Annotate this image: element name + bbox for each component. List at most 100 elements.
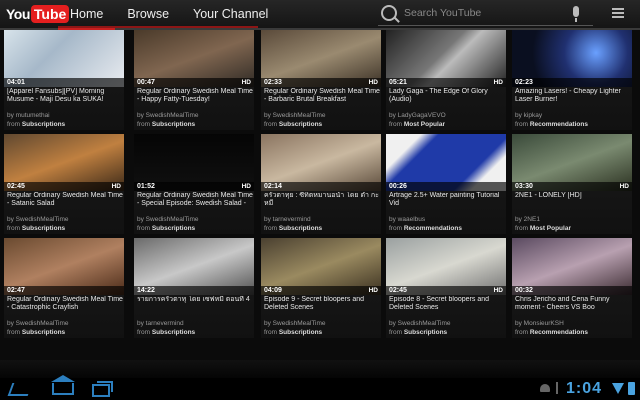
video-card[interactable]: 02:45 HD Regular Ordinary Swedish Meal Tim…: [4, 134, 124, 234]
video-title[interactable]: Regular Ordinary Swedish Meal Time - Bar…: [264, 88, 380, 104]
video-thumbnail[interactable]: 00:26: [386, 134, 506, 191]
video-channel[interactable]: by tarnevermind: [137, 320, 184, 328]
video-channel[interactable]: by mutumethai: [7, 112, 50, 120]
video-thumbnail[interactable]: 00:32: [512, 238, 632, 295]
video-source-label: Recommendations: [403, 225, 462, 232]
video-thumbnail[interactable]: 05:21 HD: [386, 30, 506, 87]
video-card[interactable]: 02:47 Regular Ordinary Swedish Meal Time …: [4, 238, 124, 338]
video-card[interactable]: 02:14 ครัวตาทุย : ซีทิตหมานอนำ โดย ตำ กะ …: [261, 134, 381, 234]
thumbnail-overlay: 02:47: [4, 286, 124, 295]
video-card[interactable]: 02:23 Amazing Lasers! - Cheapy Lighter La…: [512, 30, 632, 130]
video-title[interactable]: Episode 8 - Secret bloopers and Deleted …: [389, 296, 505, 312]
video-card[interactable]: 02:33 HD Regular Ordinary Swedish Meal Tim…: [261, 30, 381, 130]
thumbnail-overlay: 02:45 HD: [4, 182, 124, 191]
video-thumbnail[interactable]: 14:22: [134, 238, 254, 295]
tab-browse[interactable]: Browse: [115, 0, 181, 28]
video-thumbnail[interactable]: 01:52 HD: [134, 134, 254, 191]
video-title[interactable]: Regular Ordinary Swedish Meal Time - Hap…: [137, 88, 253, 104]
video-thumbnail[interactable]: 04:09 HD: [261, 238, 381, 295]
video-title[interactable]: 2NE1 - LONELY [HD]: [515, 192, 631, 200]
logo-you: You: [6, 6, 30, 22]
video-source: from Subscriptions: [264, 329, 322, 337]
video-duration: 00:32: [515, 287, 533, 294]
video-duration: 01:52: [137, 183, 155, 190]
hd-badge: HD: [368, 287, 378, 294]
video-channel[interactable]: by SwedishMealTime: [264, 320, 326, 328]
video-title[interactable]: รายการครัวตาทุ โดย เซฟหมี ตอนที่ 4: [137, 296, 253, 304]
video-channel[interactable]: by kipkay: [515, 112, 542, 120]
search-box[interactable]: [378, 3, 593, 26]
video-thumbnail[interactable]: 04:01: [4, 30, 124, 87]
home-icon[interactable]: [51, 375, 75, 395]
video-title[interactable]: Regular Ordinary Swedish Meal Time - Sat…: [7, 192, 123, 208]
video-card[interactable]: 02:45 HD Episode 8 - Secret bloopers and D…: [386, 238, 506, 338]
thumbnail-overlay: 04:01: [4, 78, 124, 87]
video-source: from Recommendations: [515, 121, 588, 129]
search-icon[interactable]: [381, 5, 397, 21]
video-thumbnail[interactable]: 02:14: [261, 134, 381, 191]
video-card[interactable]: 00:47 HD Regular Ordinary Swedish Meal Tim…: [134, 30, 254, 130]
clock[interactable]: 1:04: [566, 380, 602, 398]
video-duration: 14:22: [137, 287, 155, 294]
tab-your-channel[interactable]: Your Channel: [181, 0, 280, 28]
menu-icon[interactable]: [612, 8, 624, 18]
microphone-icon[interactable]: [573, 6, 579, 22]
video-channel[interactable]: by SwedishMealTime: [137, 112, 199, 120]
video-thumbnail[interactable]: 02:47: [4, 238, 124, 295]
video-title[interactable]: Amazing Lasers! - Cheapy Lighter Laser B…: [515, 88, 631, 104]
floor-reflection: [0, 360, 640, 378]
video-duration: 05:21: [389, 79, 407, 86]
video-duration: 04:09: [264, 287, 282, 294]
video-thumbnail[interactable]: 00:47 HD: [134, 30, 254, 87]
back-icon[interactable]: [7, 383, 33, 396]
recent-apps-icon[interactable]: [92, 381, 113, 397]
video-channel[interactable]: by SwedishMealTime: [7, 216, 69, 224]
video-channel[interactable]: by SwedishMealTime: [264, 112, 326, 120]
video-channel[interactable]: by SwedishMealTime: [7, 320, 69, 328]
video-card[interactable]: 03:30 HD 2NE1 - LONELY [HD] by 2NE1 from Mos…: [512, 134, 632, 234]
video-channel[interactable]: by waaelbus: [389, 216, 425, 224]
video-thumbnail[interactable]: 02:23: [512, 30, 632, 87]
video-source-label: Subscriptions: [151, 225, 196, 232]
video-channel[interactable]: by LadyGagaVEVO: [389, 112, 446, 120]
search-input[interactable]: [404, 4, 564, 22]
video-duration: 00:26: [389, 183, 407, 190]
video-duration: 02:45: [7, 183, 25, 190]
video-card[interactable]: 04:09 HD Episode 9 - Secret bloopers and D…: [261, 238, 381, 338]
video-title[interactable]: Episode 9 - Secret bloopers and Deleted …: [264, 296, 380, 312]
video-title[interactable]: Chris Jericho and Cena Funny moment - Ch…: [515, 296, 631, 312]
video-card[interactable]: 05:21 HD Lady Gaga - The Edge Of Glory (Au…: [386, 30, 506, 130]
video-title[interactable]: ครัวตาทุย : ซีทิตหมานอนำ โดย ตำ กะ หมี: [264, 192, 380, 208]
video-title[interactable]: Regular Ordinary Swedish Meal Time - Cat…: [7, 296, 123, 312]
thumbnail-overlay: 00:47 HD: [134, 78, 254, 87]
video-channel[interactable]: by 2NE1: [515, 216, 540, 224]
video-source-prefix: from: [264, 121, 277, 128]
video-card[interactable]: 01:52 HD Regular Ordinary Swedish Meal Tim…: [134, 134, 254, 234]
thumbnail-overlay: 00:26: [386, 182, 506, 191]
video-title[interactable]: Lady Gaga - The Edge Of Glory (Audio): [389, 88, 505, 104]
video-card[interactable]: 14:22 รายการครัวตาทุ โดย เซฟหมี ตอนที่ 4 b…: [134, 238, 254, 338]
video-title[interactable]: [Apparel Fansubs][PV] Morning Musume - M…: [7, 88, 123, 104]
video-thumbnail[interactable]: 02:45 HD: [386, 238, 506, 295]
video-duration: 00:47: [137, 79, 155, 86]
main-nav: Home Browse Your Channel: [58, 0, 280, 30]
video-source-label: Subscriptions: [21, 121, 66, 128]
video-thumbnail[interactable]: 02:45 HD: [4, 134, 124, 191]
video-title[interactable]: Regular Ordinary Swedish Meal Time - Spe…: [137, 192, 253, 208]
video-thumbnail[interactable]: 03:30 HD: [512, 134, 632, 191]
tab-home[interactable]: Home: [58, 0, 116, 30]
video-card[interactable]: 00:26 Artrage 2.5+ Water painting Tutoria…: [386, 134, 506, 234]
video-card[interactable]: 04:01 [Apparel Fansubs][PV] Morning Musum…: [4, 30, 124, 130]
video-card[interactable]: 00:32 Chris Jericho and Cena Funny moment…: [512, 238, 632, 338]
video-title[interactable]: Artrage 2.5+ Water painting Tutorial Vid: [389, 192, 505, 208]
video-source-label: Recommendations: [529, 329, 588, 336]
video-channel[interactable]: by SwedishMealTime: [389, 320, 451, 328]
video-source-prefix: from: [515, 121, 528, 128]
video-channel[interactable]: by MonsieurKSH: [515, 320, 564, 328]
thumbnail-overlay: 03:30 HD: [512, 182, 632, 191]
video-source-prefix: from: [389, 225, 402, 232]
video-channel[interactable]: by SwedishMealTime: [137, 216, 199, 224]
video-thumbnail[interactable]: 02:33 HD: [261, 30, 381, 87]
video-channel[interactable]: by tarnevermind: [264, 216, 311, 224]
video-source: from Subscriptions: [389, 329, 447, 337]
